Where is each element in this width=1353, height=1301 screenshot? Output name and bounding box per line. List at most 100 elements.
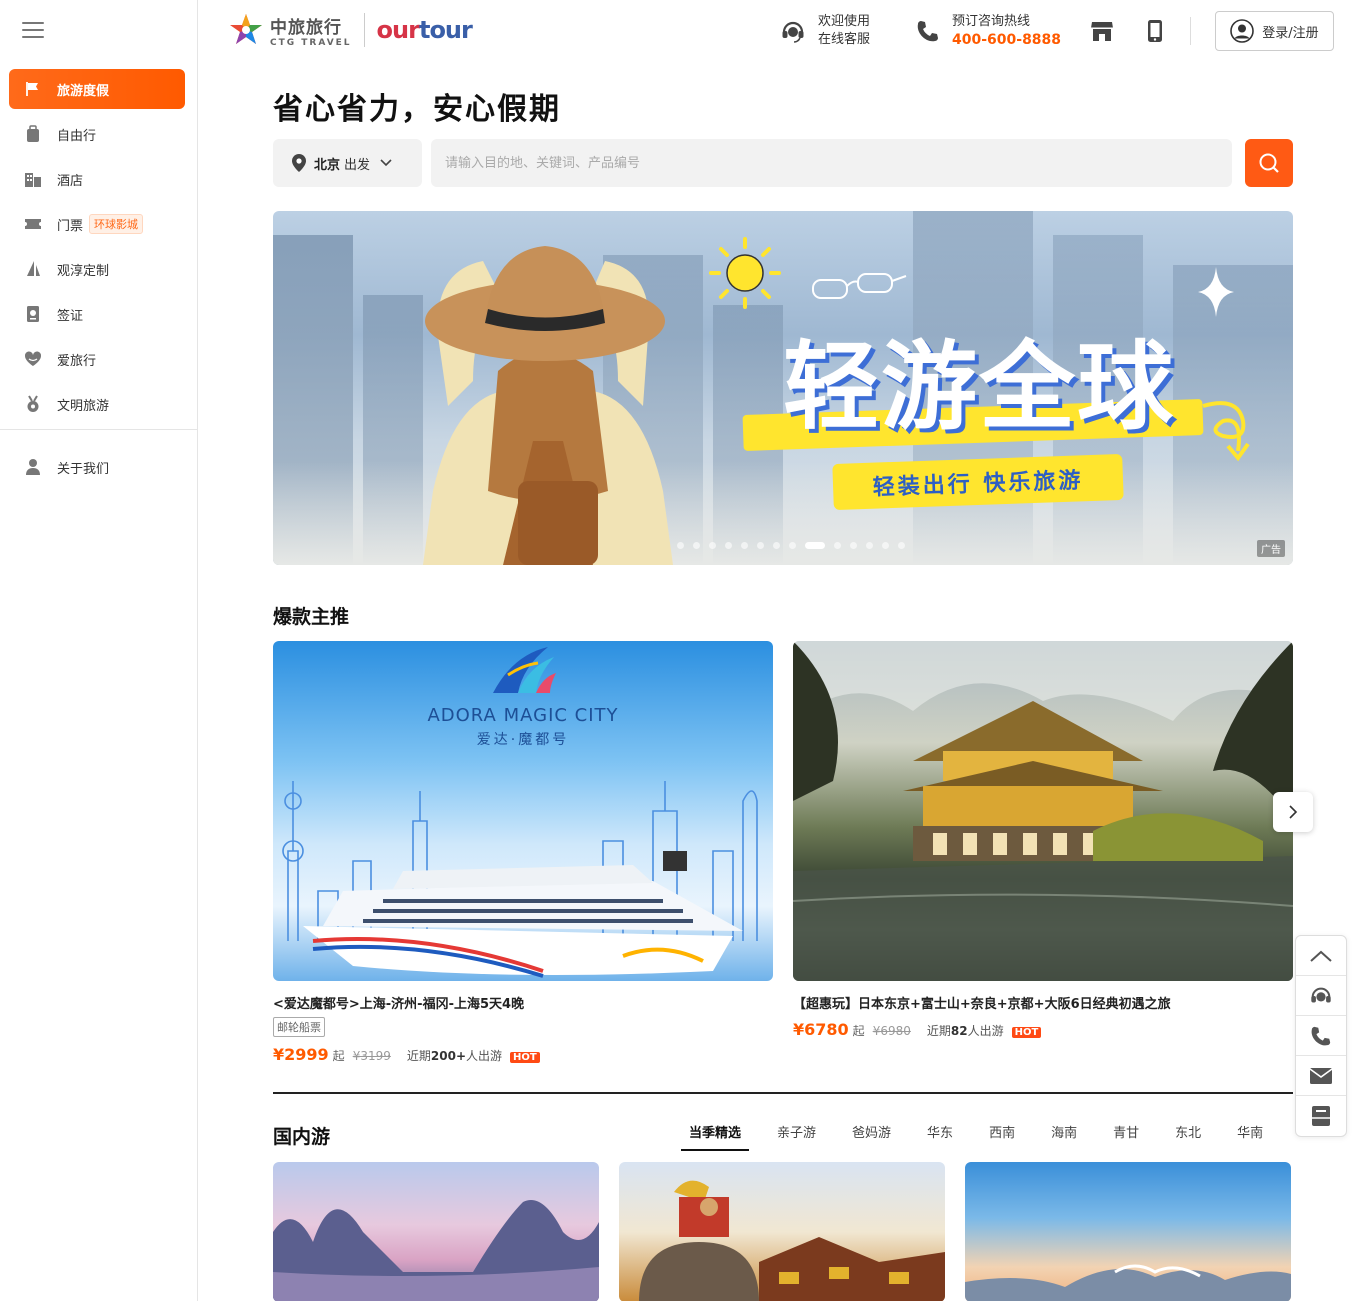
sidebar-item-visa[interactable]: 签证 [9, 294, 185, 334]
tab-seasonal[interactable]: 当季精选 [681, 1122, 750, 1151]
pagination-dot[interactable] [693, 542, 700, 549]
banner-title: 轻游全球 [783, 331, 1175, 443]
ourtour-our: our [376, 16, 420, 44]
heart-icon [23, 349, 43, 369]
logo[interactable]: 中旅旅行 CTG TRAVEL ourtour [228, 12, 473, 48]
store-button[interactable] [1089, 18, 1115, 44]
sidebar-item-ticket[interactable]: 门票 环球影城 [9, 204, 185, 244]
tab-east-china[interactable]: 华东 [927, 1122, 953, 1151]
sidebar-item-about[interactable]: 关于我们 [9, 447, 185, 487]
recent-prefix: 近期 [406, 1049, 431, 1063]
recent-prefix: 近期 [926, 1024, 951, 1038]
pagination-dot[interactable] [741, 542, 748, 549]
banner-pagination[interactable] [677, 542, 914, 549]
destination-card[interactable] [273, 1162, 599, 1301]
chevron-right-icon [1289, 805, 1298, 819]
luggage-icon [23, 124, 43, 144]
menu-icon[interactable] [22, 22, 44, 40]
traveler-illustration [423, 246, 673, 565]
price-row: ¥2999 起 ¥3199 近期200+人出游 HOT [273, 1045, 773, 1064]
sidebar-item-hotel[interactable]: 酒店 [9, 159, 185, 199]
product-name[interactable]: 【超惠玩】日本东京+富士山+奈良+京都+大阪6日经典初遇之旅 [793, 993, 1293, 1012]
pagination-dot[interactable] [789, 542, 796, 549]
sidebar-item-love-travel[interactable]: 爱旅行 [9, 339, 185, 379]
price: ¥2999 [273, 1045, 329, 1064]
hotline-number: 400-600-8888 [952, 32, 1062, 48]
sidebar-item-label: 旅游度假 [57, 83, 110, 99]
product-card[interactable]: ADORA MAGIC CITY 爱达·魔都号 <爱达魔都号>上海-济州-福冈-… [273, 641, 773, 1064]
tab-qinggan[interactable]: 青甘 [1113, 1122, 1139, 1151]
flag-icon [23, 79, 43, 99]
pagination-dot[interactable] [709, 542, 716, 549]
pagination-dot[interactable] [677, 542, 684, 549]
elephant-festival-illustration [639, 1180, 945, 1301]
pagination-dot[interactable] [773, 542, 780, 549]
ctg-logo-icon [230, 14, 262, 44]
online-service[interactable]: 欢迎使用 在线客服 [780, 13, 870, 49]
product-card[interactable]: 【超惠玩】日本东京+富士山+奈良+京都+大阪6日经典初遇之旅 ¥6780 起 ¥… [793, 641, 1293, 1039]
carousel-next-button[interactable] [1273, 792, 1313, 832]
email-button[interactable] [1296, 1056, 1346, 1096]
golden-pavilion-illustration [793, 641, 1293, 981]
hotel-icon [23, 169, 43, 189]
cruise-image: ADORA MAGIC CITY 爱达·魔都号 [273, 641, 773, 981]
header: 中旅旅行 CTG TRAVEL ourtour 欢迎使用 在线客服 预订咨询热线… [198, 0, 1353, 62]
sidebar-nav: 旅游度假 自由行 酒店 门票 环球影城 观淳定制 签证 爱旅行 文明旅游 [9, 69, 185, 429]
brand-name-cn: 中旅旅行 [270, 17, 342, 38]
store-icon [1091, 22, 1113, 41]
departure-city-select[interactable]: 北京 出发 [273, 139, 422, 187]
tab-hainan[interactable]: 海南 [1051, 1122, 1077, 1151]
destination-card[interactable] [619, 1162, 945, 1301]
phone-button[interactable] [1296, 1016, 1346, 1056]
pagination-dot[interactable] [834, 542, 841, 549]
sparkle-icon [1198, 267, 1234, 317]
chevron-down-icon [380, 159, 392, 167]
search-bar: 北京 出发 [273, 139, 1293, 187]
domestic-section-title: 国内游 [273, 1126, 331, 1148]
account-icon [1230, 19, 1255, 43]
sidebar-item-free-travel[interactable]: 自由行 [9, 114, 185, 154]
headset-icon [782, 21, 804, 43]
search-button[interactable] [1245, 139, 1293, 187]
floating-toolbar [1295, 935, 1347, 1137]
pagination-dot[interactable] [898, 542, 905, 549]
feedback-button[interactable] [1296, 1096, 1346, 1136]
adora-logo-icon [493, 647, 556, 693]
destination-card[interactable] [965, 1162, 1291, 1301]
location-pin-icon [292, 154, 306, 172]
tab-parents[interactable]: 爸妈游 [852, 1122, 891, 1151]
sidebar-item-civilized[interactable]: 文明旅游 [9, 384, 185, 424]
login-button[interactable]: 登录/注册 [1215, 11, 1334, 51]
pagination-dot[interactable] [757, 542, 764, 549]
pagination-dot[interactable] [882, 542, 889, 549]
sidebar-divider [0, 429, 197, 430]
pagination-dot[interactable] [725, 542, 732, 549]
sidebar-item-label: 门票 [57, 218, 84, 234]
online-service-button[interactable] [1296, 976, 1346, 1016]
snow-mountain-illustration [965, 1264, 1291, 1301]
passport-icon [23, 304, 43, 324]
feedback-icon [1312, 1106, 1330, 1126]
pagination-dot[interactable] [850, 542, 857, 549]
sidebar-item-vacation[interactable]: 旅游度假 [9, 69, 185, 109]
pagination-dot[interactable] [866, 542, 873, 549]
tab-south-china[interactable]: 华南 [1237, 1122, 1263, 1151]
mail-icon [1309, 1067, 1333, 1084]
tab-southwest[interactable]: 西南 [989, 1122, 1015, 1151]
page-title: 省心省力，安心假期 [273, 92, 561, 127]
mobile-app-button[interactable] [1142, 18, 1168, 44]
sidebar: 旅游度假 自由行 酒店 门票 环球影城 观淳定制 签证 爱旅行 文明旅游 关于我… [0, 0, 198, 1301]
original-price: ¥6980 [872, 1024, 911, 1038]
hero-banner[interactable]: 轻游全球 轻装出行 快乐旅游 广告 [273, 211, 1293, 565]
sail-icon [23, 259, 43, 279]
back-to-top-button[interactable] [1296, 936, 1346, 976]
tab-northeast[interactable]: 东北 [1175, 1122, 1201, 1151]
tab-family[interactable]: 亲子游 [777, 1122, 816, 1151]
sidebar-item-custom[interactable]: 观淳定制 [9, 249, 185, 289]
hotline[interactable]: 预订咨询热线 400-600-8888 [916, 13, 1061, 49]
pagination-dot[interactable] [805, 542, 825, 549]
sun-illustration [709, 237, 781, 309]
recent-suffix: 人出游 [466, 1049, 503, 1063]
search-input[interactable] [431, 139, 1232, 187]
product-name[interactable]: <爱达魔都号>上海-济州-福冈-上海5天4晚 [273, 993, 773, 1012]
